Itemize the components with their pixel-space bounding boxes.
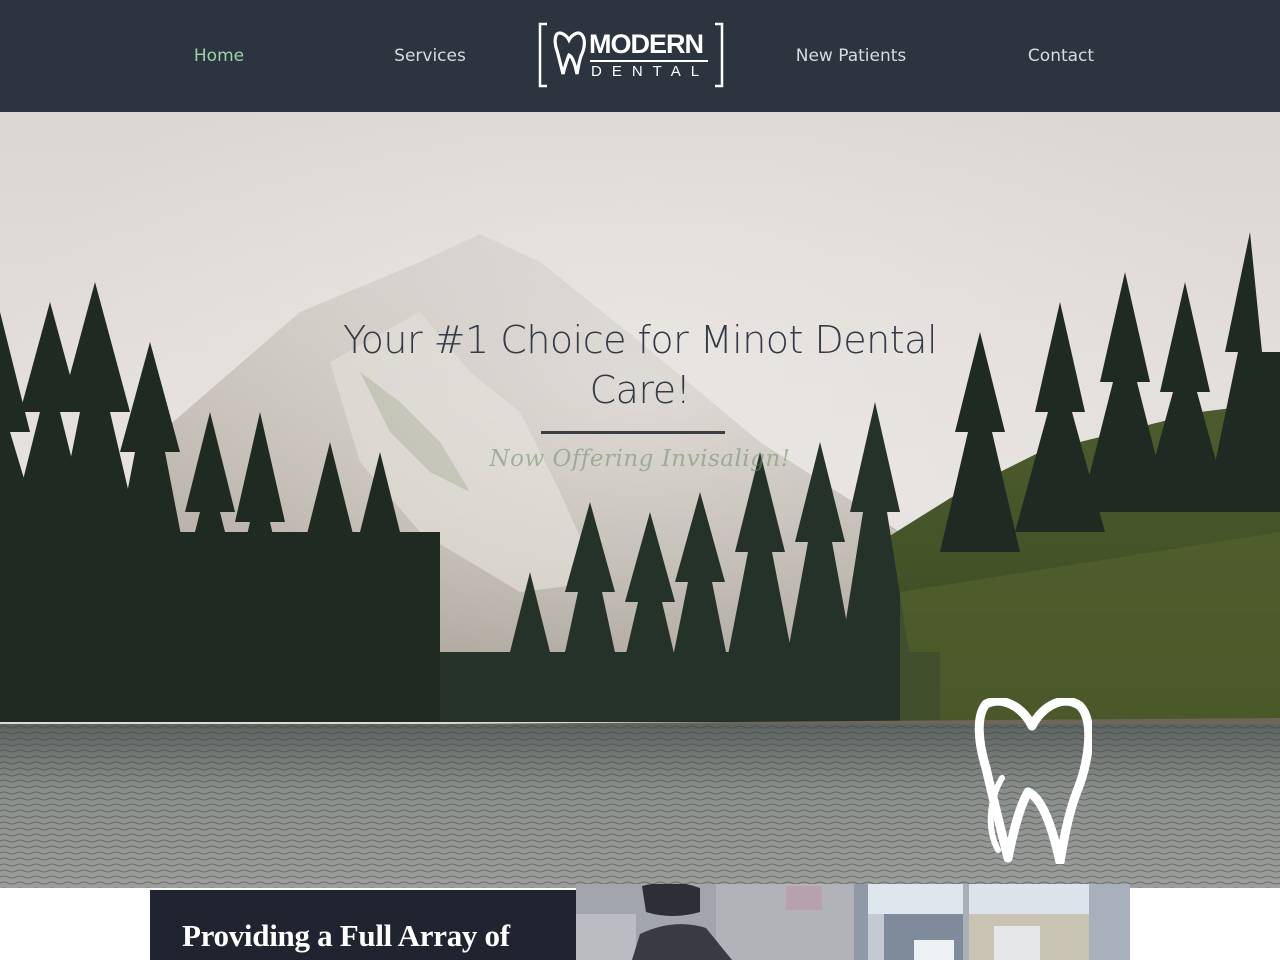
photo-dental-chair — [576, 884, 854, 960]
nav-services[interactable]: Services — [394, 44, 466, 68]
hero-divider — [541, 431, 725, 434]
intro-heading: Providing a Full Array of — [182, 918, 510, 953]
nav-new-patients[interactable]: New Patients — [796, 44, 907, 68]
hero-section: Your #1 Choice for Minot Dental Care! No… — [0, 112, 1280, 888]
photo-clinic-hallway — [854, 884, 1130, 960]
tooth-icon — [974, 698, 1092, 864]
hero-subtitle: Now Offering Invisalign! — [489, 446, 791, 472]
logo-divider — [590, 60, 708, 62]
site-header: Home Services MODERN DENTAL New Patients… — [0, 0, 1280, 112]
logo[interactable]: MODERN DENTAL — [538, 22, 724, 88]
tooth-icon — [553, 31, 586, 75]
logo-text-modern: MODERN — [589, 29, 704, 59]
hero-title: Your #1 Choice for Minot Dental Care! — [342, 318, 938, 412]
nav-contact[interactable]: Contact — [1028, 44, 1094, 68]
intro-panel: Providing a Full Array of — [150, 890, 576, 960]
nav-home[interactable]: Home — [194, 44, 244, 68]
logo-text-dental: DENTAL — [591, 63, 710, 80]
